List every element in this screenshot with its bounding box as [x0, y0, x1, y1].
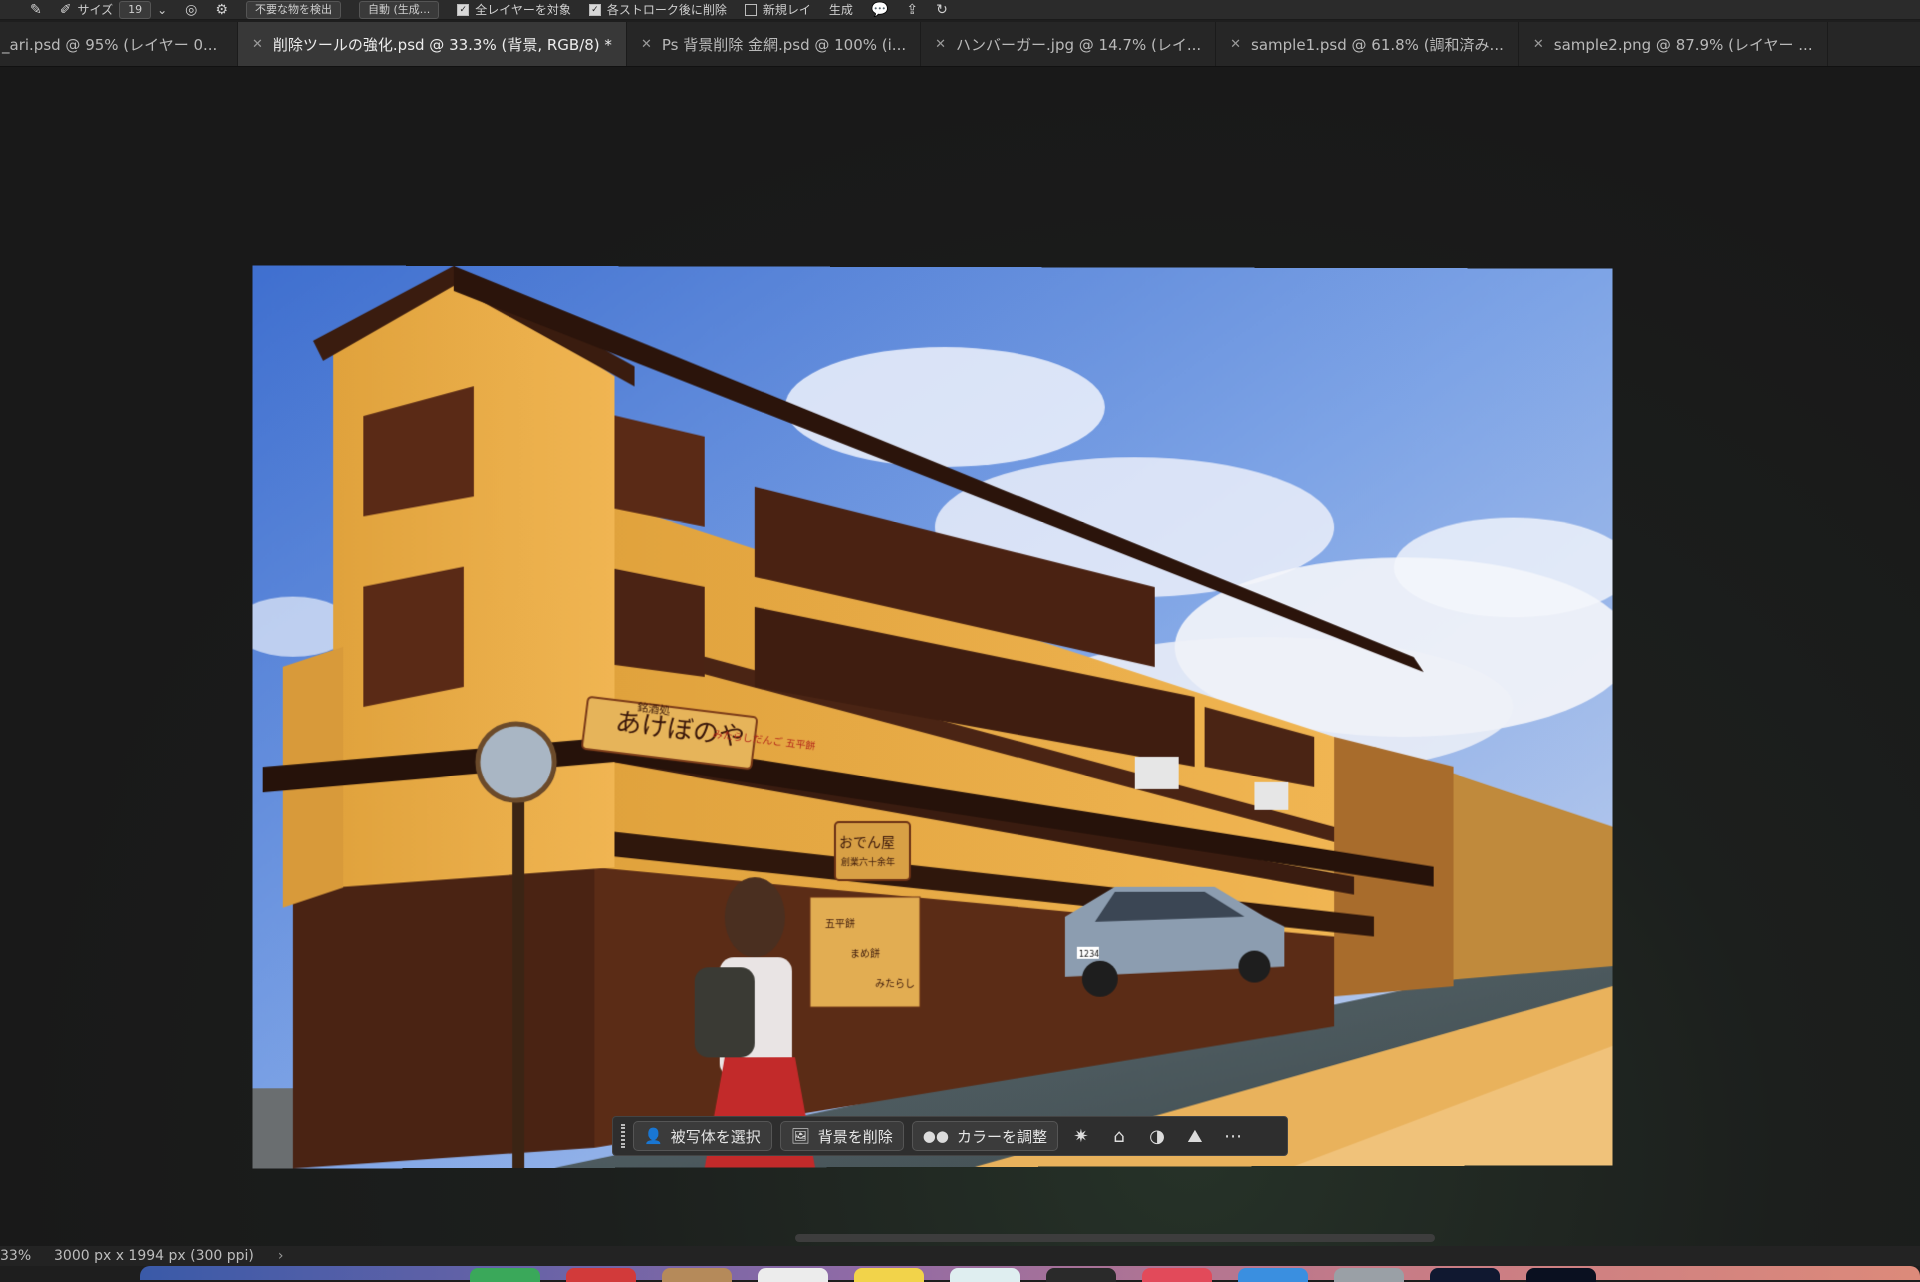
comment-icon[interactable]: 💬 [871, 2, 888, 18]
gear-icon[interactable]: ⚙ [215, 2, 228, 18]
generate-image-icon[interactable]: ⛰ [1180, 1122, 1210, 1150]
close-icon[interactable]: ✕ [1230, 37, 1241, 52]
checkbox-checked-icon: ✓ [588, 3, 601, 16]
tab-removal-tool-psd[interactable]: ✕ 削除ツールの強化.psd @ 33.3% (背景, RGB/8) * [238, 22, 627, 66]
close-icon[interactable]: ✕ [1533, 37, 1544, 52]
new-layer-label: 新規レイ [762, 3, 811, 17]
document-canvas-photo[interactable]: あけぼのや 銘酒処 みたらしだんご 五平餅 おでん屋 創業六十余年 五平餅 まめ… [252, 265, 1613, 1169]
tab-label: Ps 背景削除 金網.psd @ 100% (i... [661, 35, 907, 54]
color-dots-icon: ●● [922, 1127, 949, 1145]
canvas-area[interactable]: あけぼのや 銘酒処 みたらしだんご 五平餅 おでん屋 創業六十余年 五平餅 まめ… [0, 67, 1920, 1247]
pressure-icon[interactable]: ◎ [185, 2, 197, 18]
contrast-icon[interactable]: ◑ [1142, 1122, 1172, 1150]
close-icon[interactable]: ✕ [641, 37, 652, 52]
vertical-sign-3: みたらし [875, 978, 915, 990]
license-plate-text: 1234 [1079, 950, 1099, 959]
checkbox-checked-icon: ✓ [457, 3, 470, 16]
tab-label: sample1.psd @ 61.8% (調和済み... [1251, 35, 1504, 54]
sparkle-icon[interactable]: ✷ [1066, 1122, 1096, 1150]
zoom-level[interactable]: 33% [0, 1248, 31, 1264]
vertical-sign-2: まめ餅 [850, 947, 880, 960]
lasso-icon[interactable]: ⌂ [1104, 1122, 1134, 1150]
tab-label: _ari.psd @ 95% (レイヤー 0... [2, 35, 218, 54]
chevron-right-icon[interactable]: › [278, 1248, 284, 1264]
tab-sample1-psd[interactable]: ✕ sample1.psd @ 61.8% (調和済み... [1216, 22, 1519, 66]
tab-label: 削除ツールの強化.psd @ 33.3% (背景, RGB/8) * [272, 35, 612, 54]
tab-sample2-png[interactable]: ✕ sample2.png @ 87.9% (レイヤー ... [1519, 22, 1828, 66]
dock [140, 1266, 1920, 1282]
close-icon[interactable]: ✕ [935, 37, 946, 52]
tab-background-removal-psd[interactable]: ✕ Ps 背景削除 金網.psd @ 100% (i... [627, 22, 922, 66]
checkbox-unchecked-icon [744, 3, 757, 16]
shop-sign-text: おでん屋 [839, 835, 895, 851]
share-icon[interactable]: ⇪ [906, 2, 918, 18]
person-icon: 👤 [644, 1127, 663, 1145]
document-tabs: _ari.psd @ 95% (レイヤー 0... ✕ 削除ツールの強化.psd… [0, 22, 1920, 67]
drag-handle[interactable] [621, 1124, 625, 1148]
delete-after-stroke-label: 各ストローク後に削除 [606, 3, 727, 17]
remove-tool-icon[interactable]: ✎ [30, 2, 42, 18]
select-subject-label: 被写体を選択 [670, 1127, 761, 1146]
adjust-color-button[interactable]: ●● カラーを調整 [911, 1121, 1058, 1151]
contextual-task-bar: 👤 被写体を選択 🖼 背景を削除 ●● カラーを調整 ✷ ⌂ ◑ ⛰ ⋯ [612, 1116, 1288, 1156]
tab-ari-psd[interactable]: _ari.psd @ 95% (レイヤー 0... [0, 22, 238, 66]
size-input[interactable]: 19 [119, 0, 152, 19]
all-layers-label: 全レイヤーを対象 [475, 3, 571, 17]
tab-hamburger-jpg[interactable]: ✕ ハンバーガー.jpg @ 14.7% (レイ... [921, 22, 1217, 66]
horizontal-scrollbar[interactable] [795, 1234, 1435, 1242]
delete-after-stroke-checkbox[interactable]: ✓ 各ストローク後に削除 [588, 1, 727, 18]
refresh-icon[interactable]: ↻ [936, 2, 948, 18]
chevron-down-icon[interactable]: ⌄ [157, 3, 167, 17]
brush-size-control[interactable]: ✐ サイズ 19 ⌄ [59, 0, 167, 19]
close-icon[interactable]: ✕ [252, 37, 263, 52]
more-options-icon[interactable]: ⋯ [1218, 1122, 1248, 1150]
detect-dropdown[interactable]: 不要な物を検出 [245, 0, 341, 19]
shop-sign-small-text: 創業六十余年 [841, 856, 895, 868]
brush-icon: ✐ [59, 1, 72, 18]
size-label: サイズ [77, 3, 114, 17]
remove-background-label: 背景を削除 [817, 1127, 893, 1146]
mode-dropdown[interactable]: 自動 (生成... [358, 0, 440, 19]
remove-background-button[interactable]: 🖼 背景を削除 [779, 1121, 904, 1151]
street-photo: あけぼのや 銘酒処 みたらしだんご 五平餅 おでん屋 創業六十余年 五平餅 まめ… [252, 265, 1613, 1169]
new-layer-checkbox[interactable]: 新規レイ [744, 1, 811, 18]
status-bar: 33% 3000 px x 1994 px (300 ppi) › [0, 1246, 1920, 1266]
tab-label: sample2.png @ 87.9% (レイヤー ... [1553, 35, 1813, 54]
image-icon: 🖼 [790, 1127, 810, 1145]
tab-label: ハンバーガー.jpg @ 14.7% (レイ... [956, 35, 1202, 54]
select-subject-button[interactable]: 👤 被写体を選択 [633, 1121, 772, 1151]
adjust-color-label: カラーを調整 [956, 1127, 1047, 1146]
options-bar: ✎ ✐ サイズ 19 ⌄ ◎ ⚙ 不要な物を検出 自動 (生成... ✓ 全レイ… [0, 0, 1920, 20]
generate-label: 生成 [828, 3, 853, 17]
all-layers-checkbox[interactable]: ✓ 全レイヤーを対象 [457, 1, 571, 18]
vertical-sign-1: 五平餅 [825, 917, 855, 930]
document-info: 3000 px x 1994 px (300 ppi) [54, 1248, 254, 1264]
